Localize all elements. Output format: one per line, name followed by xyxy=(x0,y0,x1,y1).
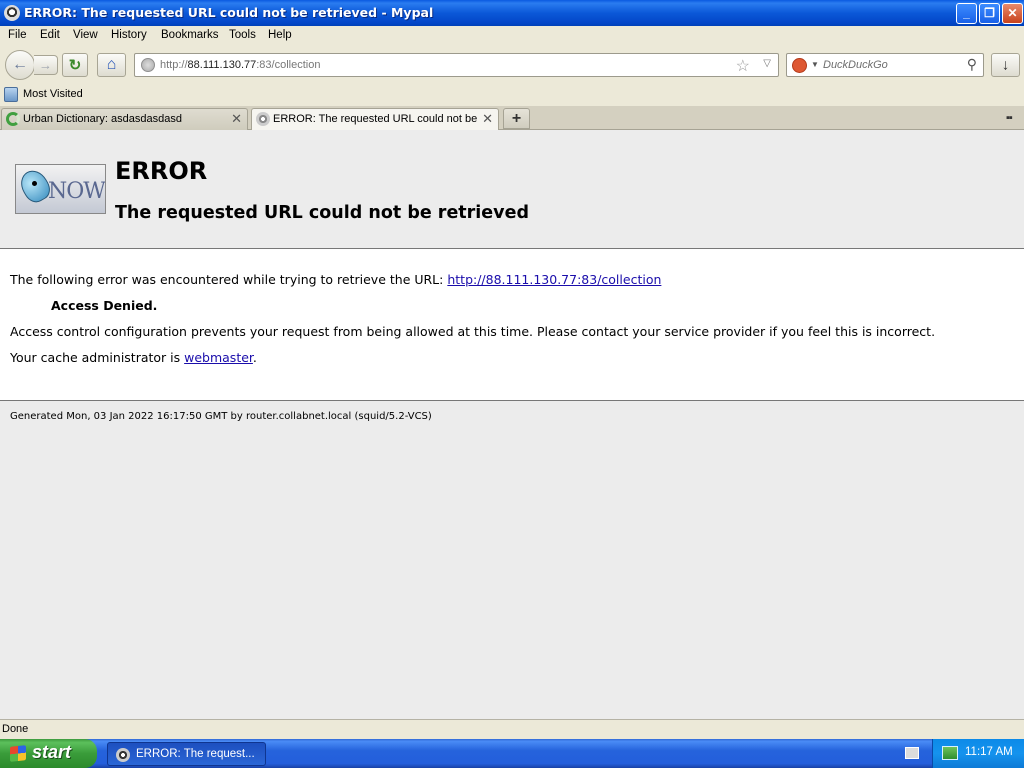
admin-prefix-text: Your cache administrator is xyxy=(10,350,185,365)
tab-urban-dictionary[interactable]: Urban Dictionary: asdasdasdasd ✕ xyxy=(1,108,248,130)
reload-button[interactable]: ↻ xyxy=(62,53,88,77)
most-visited-icon xyxy=(4,87,18,102)
error-line: The following error was encountered whil… xyxy=(10,272,661,287)
menu-tools[interactable]: Tools xyxy=(229,29,256,41)
admin-suffix-text: . xyxy=(252,350,257,365)
home-button[interactable]: ⌂ xyxy=(97,53,126,77)
window-title: ERROR: The requested URL could not be re… xyxy=(24,5,434,20)
restore-button[interactable]: ❐ xyxy=(979,3,1000,24)
menu-history[interactable]: History xyxy=(111,29,147,41)
logo-text: NOW xyxy=(48,179,105,204)
engine-dropdown-icon[interactable]: ▼ xyxy=(811,60,819,69)
mypal-app-icon xyxy=(4,5,20,21)
admin-line: Your cache administrator is webmaster. xyxy=(10,350,257,365)
url-path: :83/collection xyxy=(256,59,321,71)
url-host: 88.111.130.77 xyxy=(187,59,257,71)
clock[interactable]: 11:17 AM xyxy=(965,746,1013,758)
window-titlebar[interactable]: ERROR: The requested URL could not be re… xyxy=(0,0,1024,26)
start-button[interactable]: start xyxy=(0,739,97,768)
error-url-link[interactable]: http://88.111.130.77:83/collection xyxy=(447,272,661,287)
page-subtitle: The requested URL could not be retrieved xyxy=(115,203,529,223)
minimize-button[interactable]: _ xyxy=(956,3,977,24)
tab-close-icon[interactable]: ✕ xyxy=(482,111,493,127)
menu-help[interactable]: Help xyxy=(268,29,292,41)
error-header: NOW ERROR The requested URL could not be… xyxy=(0,130,1024,249)
tab-label: ERROR: The requested URL could not be… xyxy=(273,113,478,125)
downloads-button[interactable]: ↓ xyxy=(991,53,1020,77)
menu-view[interactable]: View xyxy=(73,29,98,41)
close-button[interactable]: ✕ xyxy=(1002,3,1023,24)
forward-button[interactable]: → xyxy=(34,55,58,75)
url-bar[interactable]: http://88.111.130.77:83/collection ☆ ▽ xyxy=(134,53,779,77)
tab-error-page[interactable]: ERROR: The requested URL could not be… ✕ xyxy=(251,108,499,131)
taskbar-item-label: ERROR: The request... xyxy=(136,748,255,760)
search-placeholder[interactable]: DuckDuckGo xyxy=(823,59,888,71)
generated-footer: Generated Mon, 03 Jan 2022 16:17:50 GMT … xyxy=(10,411,432,422)
windows-logo-icon xyxy=(10,745,26,762)
start-label: start xyxy=(32,742,72,762)
url-prefix: http:// xyxy=(160,59,188,71)
error-intro-text: The following error was encountered whil… xyxy=(10,272,448,287)
taskbar-item-mypal[interactable]: ERROR: The request... xyxy=(107,742,266,766)
most-visited-bookmark[interactable]: Most Visited xyxy=(23,88,83,100)
url-text[interactable]: http://88.111.130.77:83/collection xyxy=(160,59,320,71)
search-icon[interactable]: ⚲ xyxy=(967,56,977,73)
system-tray: 11:17 AM xyxy=(932,739,1024,768)
back-arrow-icon: ← xyxy=(12,56,28,73)
tab-strip: Urban Dictionary: asdasdasdasd ✕ ERROR: … xyxy=(0,106,1024,131)
acl-message: Access control configuration prevents yo… xyxy=(10,324,936,339)
page-content: NOW ERROR The requested URL could not be… xyxy=(0,130,1024,719)
error-body: The following error was encountered whil… xyxy=(0,249,1024,401)
menu-file[interactable]: File xyxy=(8,29,27,41)
bookmark-star-icon[interactable]: ☆ xyxy=(736,56,750,76)
squid-favicon-icon xyxy=(256,112,270,126)
site-identity-icon[interactable] xyxy=(141,58,155,72)
list-all-tabs-icon[interactable]: ▪▪ xyxy=(1006,112,1013,124)
taskbar: start ERROR: The request... 11:17 AM xyxy=(0,739,1024,768)
network-icon[interactable] xyxy=(942,746,958,760)
reload-icon: ↻ xyxy=(68,57,82,74)
url-history-dropdown-icon[interactable]: ▽ xyxy=(763,58,771,69)
keyboard-layout-icon[interactable] xyxy=(905,747,919,759)
webmaster-link[interactable]: webmaster xyxy=(184,350,253,365)
loading-favicon-icon xyxy=(6,112,20,126)
page-title: ERROR xyxy=(115,157,208,185)
status-text: Done xyxy=(2,723,29,735)
tab-label: Urban Dictionary: asdasdasdasd xyxy=(23,113,182,125)
navigation-toolbar: ← → ↻ ⌂ http://88.111.130.77:83/collecti… xyxy=(0,46,1024,84)
squid-logo: NOW xyxy=(15,164,106,214)
download-arrow-icon: ↓ xyxy=(1001,56,1010,74)
access-denied-text: Access Denied. xyxy=(51,298,158,313)
status-bar: Done xyxy=(0,719,1024,739)
back-button[interactable]: ← xyxy=(5,50,35,80)
search-bar[interactable]: ▼ DuckDuckGo ⚲ xyxy=(786,53,984,77)
home-icon: ⌂ xyxy=(106,56,117,73)
squid-eye xyxy=(32,181,37,186)
forward-arrow-icon: → xyxy=(39,57,52,73)
new-tab-button[interactable]: + xyxy=(503,108,530,129)
menu-edit[interactable]: Edit xyxy=(40,29,60,41)
tab-close-icon[interactable]: ✕ xyxy=(231,111,242,127)
duckduckgo-engine-icon[interactable] xyxy=(792,58,807,73)
menu-bar: File Edit View History Bookmarks Tools H… xyxy=(0,26,1024,46)
menu-bookmarks[interactable]: Bookmarks xyxy=(161,29,219,41)
mypal-taskbar-icon xyxy=(116,748,130,762)
bookmarks-toolbar: Most Visited xyxy=(0,84,1024,106)
